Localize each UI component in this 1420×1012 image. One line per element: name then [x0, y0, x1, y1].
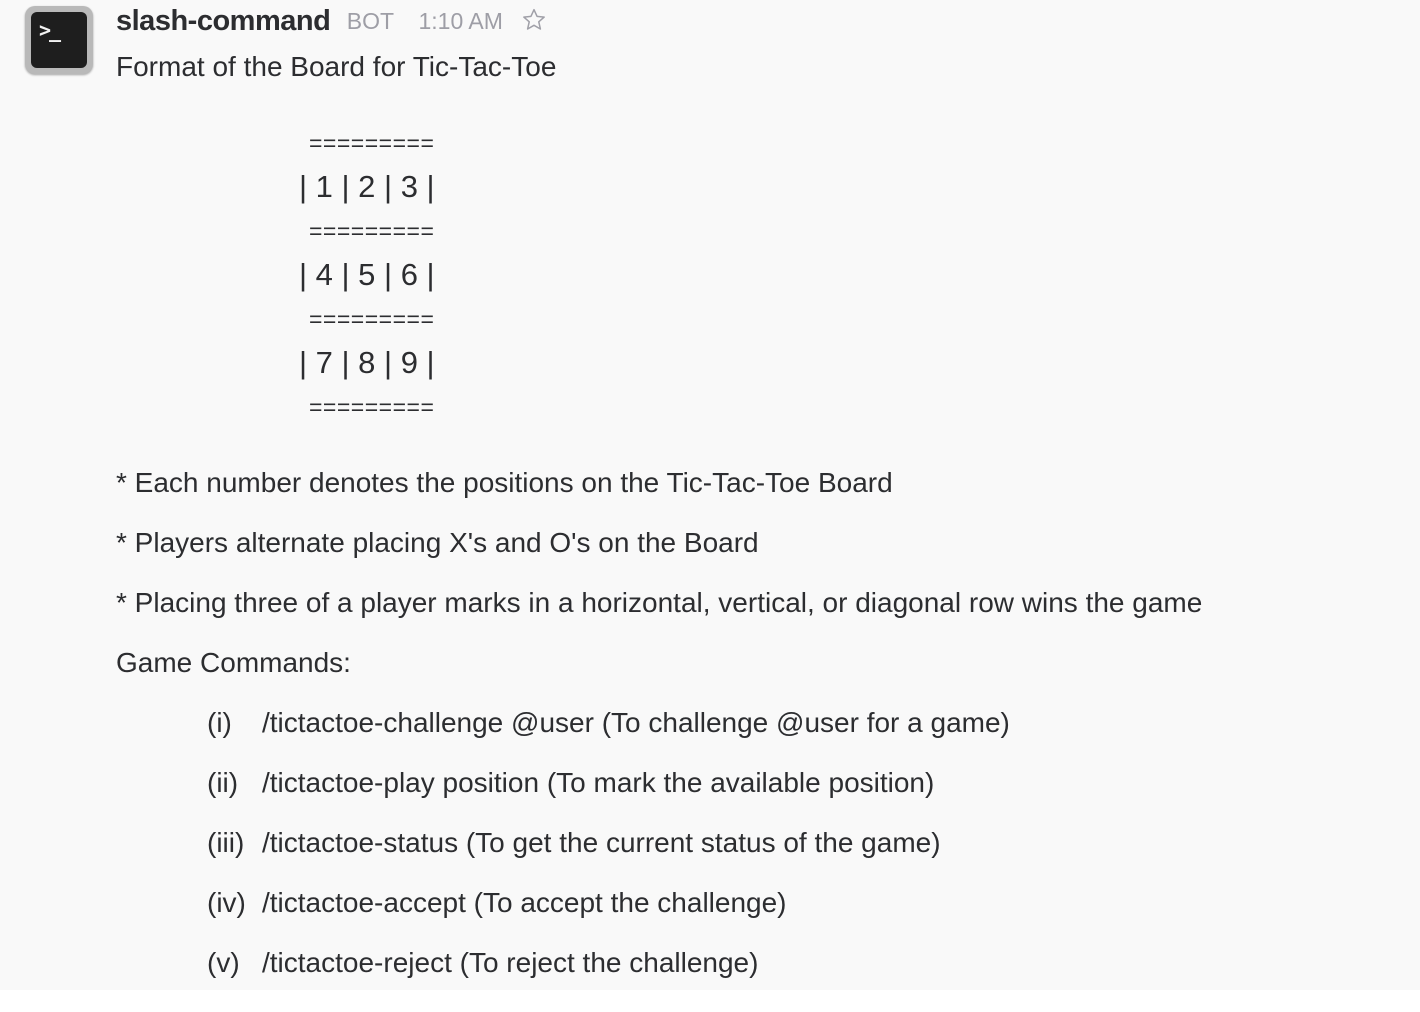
note-item: * Each number denotes the positions on t… [116, 467, 893, 498]
board-separator: ========= [309, 218, 435, 244]
command-text: /tictactoe-challenge @user (To challenge… [262, 707, 1010, 738]
commands-heading: Game Commands: [116, 647, 351, 678]
message-header: slash-command BOT 1:10 AM [116, 5, 547, 43]
board-separator: ========= [309, 306, 435, 332]
command-number: (v) [207, 947, 240, 978]
board-row: | 1 | 2 | 3 | [299, 169, 435, 204]
star-outline-icon[interactable] [521, 7, 547, 33]
command-number: (iv) [207, 887, 246, 918]
bot-badge: BOT [346, 8, 395, 34]
note-item: * Placing three of a player marks in a h… [116, 587, 1203, 618]
command-item: (iv) /tictactoe-accept (To accept the cha… [207, 885, 787, 921]
board-row: | 7 | 8 | 9 | [299, 345, 435, 380]
command-item: (i) /tictactoe-challenge @user (To challe… [207, 705, 1010, 741]
timestamp[interactable]: 1:10 AM [418, 8, 502, 34]
command-item: (v) /tictactoe-reject (To reject the chal… [207, 945, 758, 981]
command-item: (iii) /tictactoe-status (To get the curre… [207, 825, 941, 861]
message: >_ slash-command BOT 1:10 AM Format of t… [0, 0, 1420, 990]
note-item: * Players alternate placing X's and O's … [116, 527, 759, 558]
avatar[interactable]: >_ [25, 6, 93, 74]
board-separator: ========= [309, 130, 435, 156]
board-separator: ========= [309, 394, 435, 420]
command-text: /tictactoe-play position (To mark the av… [262, 767, 935, 798]
board-row: | 4 | 5 | 6 | [299, 257, 435, 292]
command-text: /tictactoe-accept (To accept the challen… [262, 887, 787, 918]
message-title: Format of the Board for Tic-Tac-Toe [116, 51, 557, 82]
terminal-icon: >_ [31, 12, 87, 68]
command-text: /tictactoe-status (To get the current st… [262, 827, 941, 858]
command-number: (i) [207, 707, 232, 738]
command-text: /tictactoe-reject (To reject the challen… [262, 947, 759, 978]
sender-name[interactable]: slash-command [116, 5, 331, 37]
command-number: (ii) [207, 767, 239, 798]
command-item: (ii) /tictactoe-play position (To mark th… [207, 765, 934, 801]
command-number: (iii) [207, 827, 245, 858]
